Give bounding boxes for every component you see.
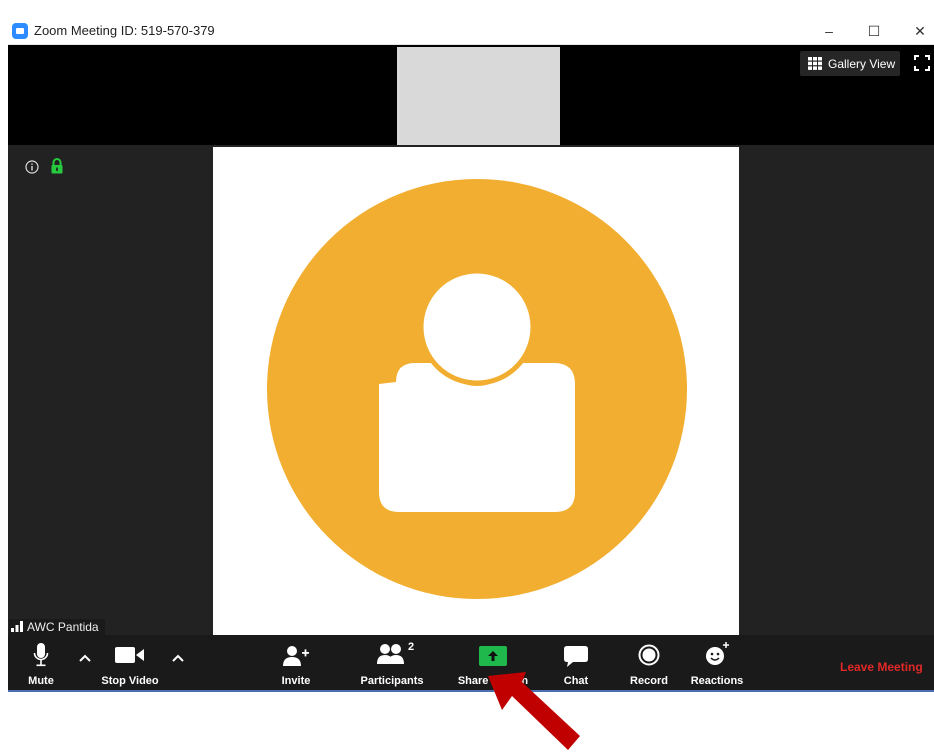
participant-name-tag: AWC Pantida xyxy=(9,619,105,636)
window-bottom-border xyxy=(8,690,934,692)
info-icon[interactable] xyxy=(25,160,39,174)
participants-icon xyxy=(377,644,404,664)
reactions-label: Reactions xyxy=(690,675,744,687)
add-user-icon xyxy=(283,646,309,666)
fullscreen-icon[interactable] xyxy=(914,55,930,71)
participant-thumbnail[interactable] xyxy=(397,47,560,145)
participant-name: AWC Pantida xyxy=(27,620,99,634)
gallery-view-button[interactable]: Gallery View xyxy=(800,51,900,76)
zoom-window: Zoom Meeting ID: 519-570-379 – ☐ ✕ Galle… xyxy=(8,18,934,690)
stop-video-button[interactable]: Stop Video xyxy=(96,635,164,690)
zoom-app-icon xyxy=(12,23,28,39)
participants-button[interactable]: 2 Participants xyxy=(356,635,428,690)
emoji-reaction-icon xyxy=(706,642,729,665)
maximize-button[interactable]: ☐ xyxy=(859,20,889,42)
grid-icon xyxy=(808,57,822,70)
invite-button[interactable]: Invite xyxy=(274,635,318,690)
red-pointer-arrow-icon xyxy=(488,672,580,750)
title-bar: Zoom Meeting ID: 519-570-379 – ☐ ✕ xyxy=(8,18,934,45)
signal-icon xyxy=(11,621,23,632)
invite-label: Invite xyxy=(281,675,311,687)
record-icon xyxy=(638,644,660,666)
leave-meeting-button[interactable]: Leave Meeting xyxy=(840,660,923,674)
mute-label: Mute xyxy=(28,675,54,687)
audio-options-chevron-icon[interactable] xyxy=(78,653,92,663)
mute-button[interactable]: Mute xyxy=(20,635,62,690)
minimize-button[interactable]: – xyxy=(814,20,844,42)
close-button[interactable]: ✕ xyxy=(905,20,934,42)
record-button[interactable]: Record xyxy=(627,635,671,690)
chat-bubble-icon xyxy=(564,646,588,667)
video-options-chevron-icon[interactable] xyxy=(171,653,185,663)
video-camera-icon xyxy=(115,647,144,663)
participants-count: 2 xyxy=(408,641,415,653)
meeting-toolbar: Mute Stop Video Invite 2 Participants Sh… xyxy=(8,635,934,690)
participants-label: Participants xyxy=(360,675,424,687)
stop-video-label: Stop Video xyxy=(101,675,159,687)
lock-icon[interactable] xyxy=(50,158,64,174)
share-screen-icon xyxy=(479,646,507,666)
gallery-view-label: Gallery View xyxy=(828,57,896,71)
active-speaker-video xyxy=(213,147,739,637)
record-label: Record xyxy=(630,675,668,687)
reactions-button[interactable]: Reactions xyxy=(688,635,746,690)
avatar-head xyxy=(418,268,536,386)
microphone-icon xyxy=(33,643,49,667)
avatar xyxy=(267,179,687,599)
window-title: Zoom Meeting ID: 519-570-379 xyxy=(34,23,215,38)
